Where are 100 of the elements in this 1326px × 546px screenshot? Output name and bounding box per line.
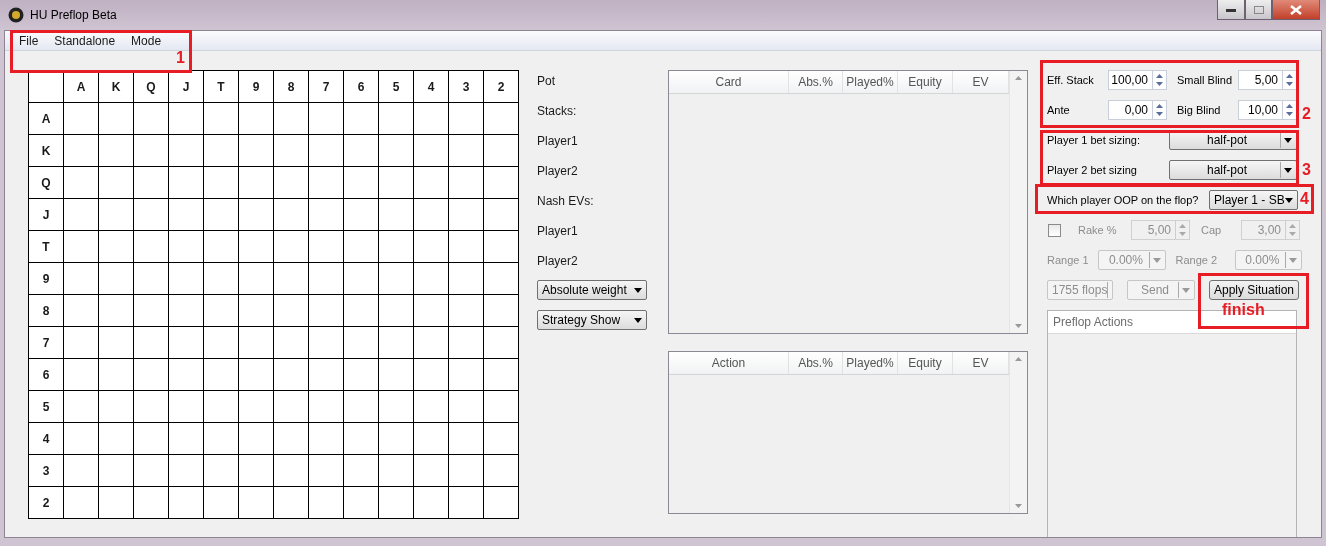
column-header[interactable]: Action <box>669 352 789 374</box>
hand-cell[interactable] <box>449 327 484 359</box>
hand-cell[interactable] <box>484 455 519 487</box>
hand-cell[interactable] <box>344 295 379 327</box>
hand-cell[interactable] <box>239 327 274 359</box>
minimize-button[interactable] <box>1217 0 1245 20</box>
hand-cell[interactable] <box>169 167 204 199</box>
hand-cell[interactable] <box>99 327 134 359</box>
hand-cell[interactable] <box>274 199 309 231</box>
hand-cell[interactable] <box>484 199 519 231</box>
hand-cell[interactable] <box>169 231 204 263</box>
column-header[interactable]: Abs.% <box>789 71 843 93</box>
hand-cell[interactable] <box>169 199 204 231</box>
hand-cell[interactable] <box>169 455 204 487</box>
hand-cell[interactable] <box>134 487 169 519</box>
hand-cell[interactable] <box>379 487 414 519</box>
hand-cell[interactable] <box>309 295 344 327</box>
view-dropdown[interactable]: Absolute weight <box>537 280 647 300</box>
hand-cell[interactable] <box>99 487 134 519</box>
hand-cell[interactable] <box>99 167 134 199</box>
hand-cell[interactable] <box>239 103 274 135</box>
close-button[interactable] <box>1272 0 1320 20</box>
oop-dropdown[interactable]: Player 1 - SB <box>1209 190 1298 210</box>
hand-cell[interactable] <box>414 327 449 359</box>
hand-cell[interactable] <box>64 359 99 391</box>
hand-cell[interactable] <box>64 135 99 167</box>
hand-cell[interactable] <box>99 359 134 391</box>
hand-cell[interactable] <box>344 103 379 135</box>
hand-cell[interactable] <box>134 391 169 423</box>
hand-cell[interactable] <box>414 231 449 263</box>
hand-cell[interactable] <box>239 423 274 455</box>
hand-cell[interactable] <box>204 359 239 391</box>
hand-cell[interactable] <box>344 263 379 295</box>
scroll-down-icon[interactable] <box>1015 324 1022 328</box>
hand-cell[interactable] <box>484 295 519 327</box>
hand-cell[interactable] <box>344 199 379 231</box>
hand-cell[interactable] <box>484 359 519 391</box>
hand-cell[interactable] <box>449 263 484 295</box>
hand-cell[interactable] <box>274 167 309 199</box>
hand-cell[interactable] <box>274 295 309 327</box>
hand-cell[interactable] <box>204 391 239 423</box>
spin-arrows-icon[interactable] <box>1282 101 1296 119</box>
hand-cell[interactable] <box>99 391 134 423</box>
hand-cell[interactable] <box>274 423 309 455</box>
hand-cell[interactable] <box>169 103 204 135</box>
hand-cell[interactable] <box>274 231 309 263</box>
hand-cell[interactable] <box>169 423 204 455</box>
hand-cell[interactable] <box>449 199 484 231</box>
column-header[interactable]: Played% <box>843 71 898 93</box>
hand-cell[interactable] <box>64 327 99 359</box>
hand-cell[interactable] <box>169 327 204 359</box>
hand-cell[interactable] <box>204 103 239 135</box>
hand-cell[interactable] <box>379 391 414 423</box>
hand-cell[interactable] <box>379 263 414 295</box>
hand-cell[interactable] <box>239 487 274 519</box>
hand-cell[interactable] <box>379 103 414 135</box>
hand-cell[interactable] <box>309 359 344 391</box>
hand-cell[interactable] <box>204 263 239 295</box>
hand-cell[interactable] <box>204 199 239 231</box>
column-header[interactable]: Equity <box>898 71 953 93</box>
hand-cell[interactable] <box>414 455 449 487</box>
hand-cell[interactable] <box>379 327 414 359</box>
hand-cell[interactable] <box>344 135 379 167</box>
hand-cell[interactable] <box>169 391 204 423</box>
hand-cell[interactable] <box>239 199 274 231</box>
hand-cell[interactable] <box>64 487 99 519</box>
hand-cell[interactable] <box>414 295 449 327</box>
hand-cell[interactable] <box>414 167 449 199</box>
hand-cell[interactable] <box>379 167 414 199</box>
hand-cell[interactable] <box>99 263 134 295</box>
menu-item[interactable]: Standalone <box>46 33 124 48</box>
hand-cell[interactable] <box>134 455 169 487</box>
hand-cell[interactable] <box>484 327 519 359</box>
hand-cell[interactable] <box>64 455 99 487</box>
hand-cell[interactable] <box>414 423 449 455</box>
hand-cell[interactable] <box>449 423 484 455</box>
hand-cell[interactable] <box>484 487 519 519</box>
hand-cell[interactable] <box>204 327 239 359</box>
hand-cell[interactable] <box>309 391 344 423</box>
hand-cell[interactable] <box>239 167 274 199</box>
scroll-up-icon[interactable] <box>1015 76 1022 80</box>
hand-cell[interactable] <box>484 423 519 455</box>
hand-cell[interactable] <box>204 295 239 327</box>
hand-cell[interactable] <box>204 455 239 487</box>
hand-cell[interactable] <box>344 359 379 391</box>
hand-cell[interactable] <box>64 167 99 199</box>
hand-cell[interactable] <box>449 167 484 199</box>
hand-cell[interactable] <box>449 231 484 263</box>
hand-cell[interactable] <box>449 391 484 423</box>
hand-cell[interactable] <box>449 359 484 391</box>
hand-cell[interactable] <box>414 263 449 295</box>
hand-cell[interactable] <box>204 231 239 263</box>
hand-cell[interactable] <box>99 231 134 263</box>
spin-arrows-icon[interactable] <box>1152 101 1166 119</box>
hand-cell[interactable] <box>99 135 134 167</box>
view-dropdown[interactable]: Strategy Show <box>537 310 647 330</box>
hand-cell[interactable] <box>99 103 134 135</box>
column-header[interactable]: Equity <box>898 352 953 374</box>
hand-cell[interactable] <box>309 455 344 487</box>
menu-item[interactable]: File <box>11 33 47 48</box>
